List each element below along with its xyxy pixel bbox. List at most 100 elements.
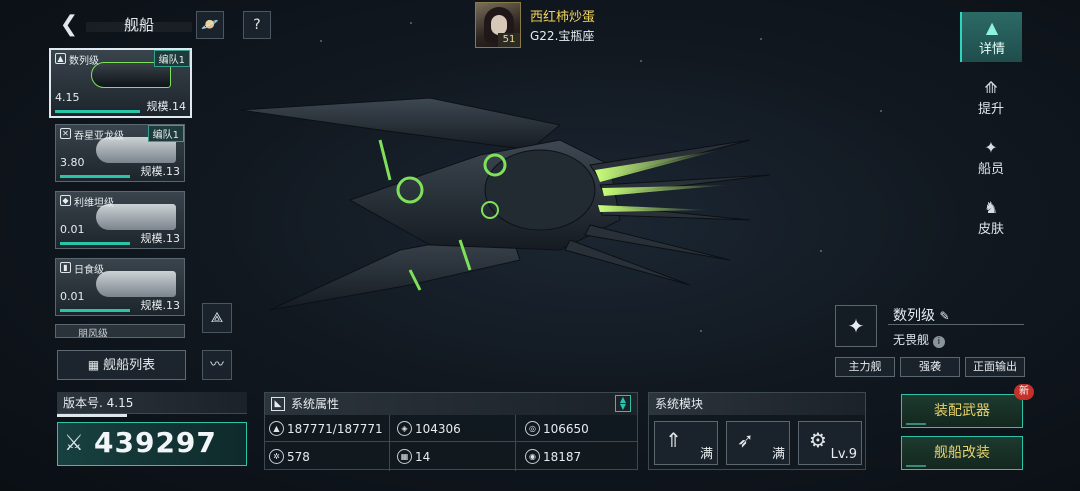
avatar[interactable]: 51 <box>475 2 521 48</box>
ship-card-bar <box>55 110 140 113</box>
stat-value: 187771/187771 <box>287 422 383 436</box>
version-bar <box>57 414 127 417</box>
ship-list-label: 舰船列表 <box>103 358 156 373</box>
star <box>320 40 322 42</box>
back-arrow-icon[interactable]: ❮ <box>56 12 82 38</box>
stat-value: 106650 <box>543 422 589 436</box>
crossed-swords-icon: ⚔ <box>64 431 84 456</box>
stat-armor: ◈ 104306 <box>393 417 515 441</box>
ship-subtype-label: 无畏舰 <box>893 333 930 347</box>
tab-details[interactable]: ▲ 详情 <box>960 12 1022 62</box>
class-icon: ◆ <box>60 195 71 206</box>
ship-card-value: 4.15 <box>55 91 80 104</box>
missile-icon: ➶ <box>737 428 754 452</box>
planet-icon[interactable]: 🪐 <box>196 11 224 39</box>
player-server: G22.宝瓶座 <box>530 29 595 43</box>
version-label: 版本号. 4.15 <box>57 392 247 414</box>
ship-card[interactable]: ✕ 吞星亚龙级 编队1 3.80 规模.13 <box>55 124 185 182</box>
tab-skin[interactable]: ♞ 皮肤 <box>960 192 1022 242</box>
system-modules-title: 系统模块 <box>649 393 865 415</box>
divider <box>515 415 516 471</box>
star <box>880 110 882 112</box>
player-level: 51 <box>498 33 520 47</box>
hp-icon: ▲ <box>269 421 284 436</box>
ship-card-scale: 规模.14 <box>146 100 187 113</box>
tag-main-ship: 主力舰 <box>835 357 895 377</box>
help-icon[interactable]: ? <box>243 11 271 39</box>
grid-icon: ▦ <box>397 449 412 464</box>
stat-hp: ▲ 187771/187771 <box>265 417 389 441</box>
ship-list-button[interactable]: ▦ 舰船列表 <box>57 350 186 380</box>
stat-grid: ▦ 14 <box>393 445 515 469</box>
equip-weapons-button[interactable]: 装配武器 <box>901 394 1023 428</box>
ship-card-value: 0.01 <box>60 223 85 236</box>
rocket-icon: ⇑ <box>665 428 682 452</box>
stat-value: 18187 <box>543 450 582 464</box>
fleet-icon[interactable]: ⟁ <box>202 303 232 333</box>
edit-icon[interactable]: ✎ <box>939 309 949 323</box>
star <box>760 38 762 40</box>
module-label: 满 <box>771 447 785 462</box>
divider <box>888 324 1024 325</box>
modify-ship-label: 舰船改装 <box>934 445 990 461</box>
ship-model <box>239 97 771 311</box>
modify-ship-button[interactable]: 舰船改装 <box>901 436 1023 470</box>
ship-card-bar <box>60 242 130 245</box>
info-icon[interactable]: i <box>932 336 945 348</box>
module-label: 满 <box>699 447 713 462</box>
module-label: Lv.9 <box>830 447 857 462</box>
radar-icon: ◉ <box>525 449 540 464</box>
tab-label: 皮肤 <box>977 222 1004 237</box>
system-modules-panel: 系统模块 ⇑ 满 ➶ 满 ⚙ Lv.9 <box>648 392 866 470</box>
ship-thumbnail <box>96 271 176 297</box>
tab-label: 提升 <box>977 102 1004 117</box>
ship-card[interactable]: ▲ 数列级 编队1 4.15 规模.14 <box>49 48 192 118</box>
expand-toggle-icon[interactable]: ▲ ▼ <box>615 395 631 412</box>
divider <box>265 441 637 442</box>
details-icon: ▲ <box>985 18 999 37</box>
ship-card-name: 利维坦级 <box>74 198 114 209</box>
class-icon: ▲ <box>55 53 66 64</box>
tag-assault: 强袭 <box>900 357 960 377</box>
ship-card-bar <box>60 309 130 312</box>
team-badge: 编队1 <box>153 50 190 67</box>
ship-card-scale: 规模.13 <box>140 165 181 178</box>
waveform-icon[interactable]: 〰 <box>202 350 232 380</box>
ship-card[interactable]: ◆ 利维坦级 0.01 规模.13 <box>55 191 185 249</box>
star <box>410 22 412 24</box>
system-attributes-panel: ◣ 系统属性 ▲ ▼ ▲ 187771/187771 ◈ 104306 ◎ 106… <box>264 392 638 471</box>
new-badge: 新 <box>1014 384 1034 400</box>
star <box>820 250 822 252</box>
tab-crew[interactable]: ✦ 船员 <box>960 132 1022 182</box>
grid-menu-icon: ▦ <box>87 358 104 372</box>
combat-power-value: 439297 <box>94 426 217 459</box>
ship-card-scale: 规模.13 <box>140 232 181 245</box>
ship-class-name[interactable]: 数列级 ✎ <box>893 305 950 325</box>
ship-card-scale: 规模.13 <box>140 299 181 312</box>
ship-card-name: 数列级 <box>69 56 99 67</box>
ship-card-name: 吞星亚龙级 <box>74 131 124 142</box>
module-slot[interactable]: ⇑ 满 <box>654 421 718 465</box>
player-name: 西红柿炒蛋 <box>530 10 596 25</box>
ship-card[interactable]: ▮ 日食级 0.01 规模.13 <box>55 258 185 316</box>
tab-label: 详情 <box>978 42 1005 57</box>
module-slot[interactable]: ⚙ Lv.9 <box>798 421 862 465</box>
attributes-icon: ◣ <box>271 397 285 411</box>
ship-subtype: 无畏舰 i <box>893 331 945 348</box>
page-title: 舰船 <box>124 16 155 34</box>
armor-icon: ◈ <box>397 421 412 436</box>
skin-icon: ♞ <box>983 198 999 217</box>
ship-card-peek[interactable]: 朋风级 <box>55 324 185 338</box>
speed-icon: ✲ <box>269 449 284 464</box>
star <box>700 330 702 332</box>
system-attributes-title: 系统属性 <box>291 397 340 411</box>
crew-icon: ✦ <box>984 138 998 157</box>
combat-power: ⚔ 439297 <box>57 422 247 466</box>
tab-upgrade[interactable]: ⟰ 提升 <box>960 72 1022 122</box>
module-slot[interactable]: ➶ 满 <box>726 421 790 465</box>
class-icon: ✕ <box>60 128 71 139</box>
ship-card-value: 0.01 <box>60 290 85 303</box>
stat-value: 578 <box>287 450 310 464</box>
tab-label: 船员 <box>977 162 1004 177</box>
tag-frontal-dps: 正面输出 <box>965 357 1025 377</box>
